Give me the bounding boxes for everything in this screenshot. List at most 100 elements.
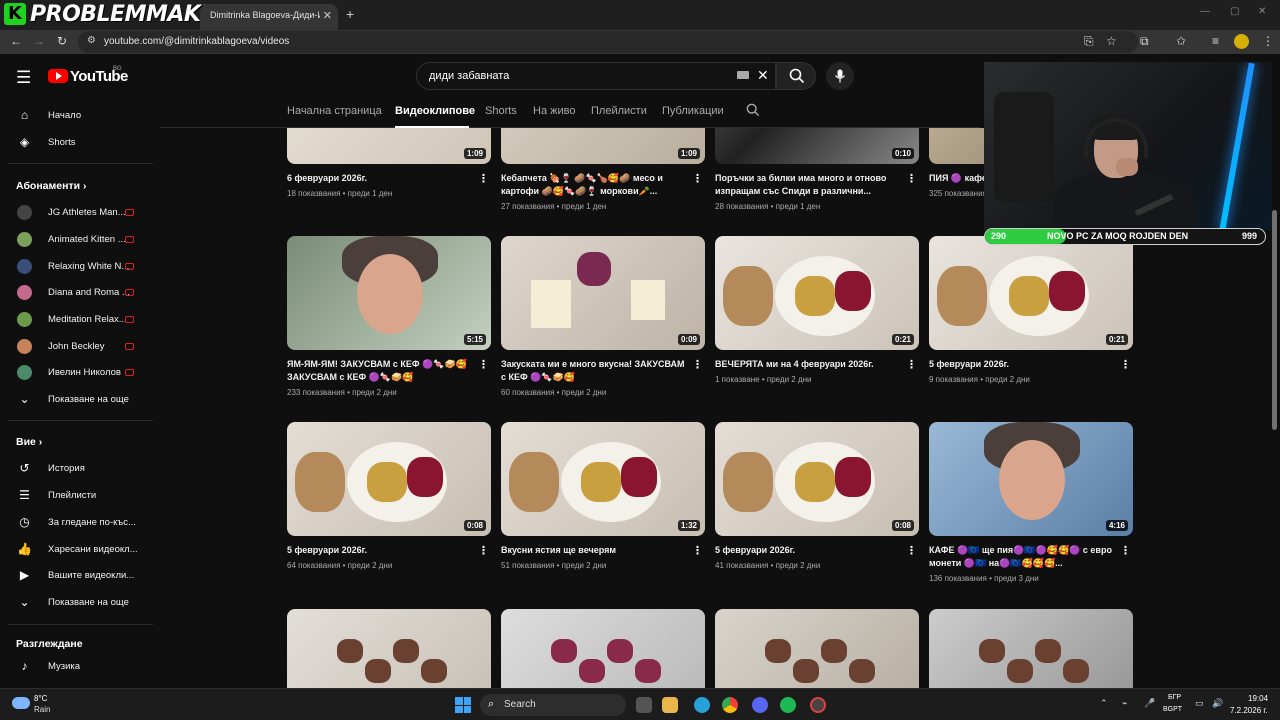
tray-chevron-icon[interactable]: ⌃ (1100, 698, 1108, 709)
video-menu-icon[interactable]: ⋮ (692, 544, 703, 557)
video-menu-icon[interactable]: ⋮ (906, 358, 917, 371)
sidebar-item-liked[interactable]: 👍 Харесани видеокл... (0, 537, 150, 563)
video-menu-icon[interactable]: ⋮ (692, 358, 703, 371)
video-menu-icon[interactable]: ⋮ (906, 172, 917, 185)
sidebar-item-history[interactable]: ↺ История (0, 456, 150, 482)
sidebar-item-playlists[interactable]: ☰ Плейлисти (0, 483, 150, 509)
video-title[interactable]: ВЕЧЕРЯТА ми на 4 февруари 2026г. (715, 358, 900, 371)
mic-tray-icon[interactable]: 🎤 (1144, 698, 1155, 709)
video-title[interactable]: 5 февруари 2026г. (715, 544, 900, 557)
clock-time[interactable]: 19:04 (1248, 694, 1268, 703)
search-input[interactable]: диди забавната ✕ (416, 62, 776, 90)
close-window-icon[interactable]: ✕ (1258, 6, 1266, 17)
address-bar[interactable]: ⚙ youtube.com/@dimitrinkablagoeva/videos (78, 31, 1138, 53)
maximize-icon[interactable]: ▢ (1230, 6, 1239, 17)
tab-videos[interactable]: Видеоклипове (395, 105, 475, 117)
profile-avatar[interactable] (1234, 34, 1249, 49)
reload-icon[interactable]: ↻ (57, 34, 67, 48)
video-thumbnail[interactable] (929, 609, 1133, 688)
sidebar-item-music[interactable]: ♪ Музика (0, 654, 150, 680)
windows-start-icon[interactable] (455, 697, 471, 713)
new-tab-icon[interactable]: + (346, 6, 354, 22)
clock-date[interactable]: 7.2.2026 г. (1230, 706, 1268, 715)
language-indicator[interactable]: БГР (1168, 694, 1181, 701)
tab-playlists[interactable]: Плейлисти (591, 105, 647, 117)
video-thumbnail[interactable] (501, 609, 705, 688)
favorites-icon[interactable]: ✩ (1176, 34, 1186, 48)
search-button[interactable] (776, 62, 816, 90)
video-thumbnail[interactable]: 0:08 (715, 422, 919, 536)
display-icon[interactable]: ▭ (1195, 698, 1204, 709)
show-more-subscriptions[interactable]: ⌄ Показване на още (0, 387, 150, 413)
edge-icon[interactable] (694, 697, 710, 713)
voice-search-button[interactable] (826, 62, 854, 90)
video-title[interactable]: 5 февруари 2026г. (287, 544, 472, 557)
sidebar-item-shorts[interactable]: ◈ Shorts (0, 130, 150, 156)
close-tab-icon[interactable]: ✕ (323, 9, 332, 22)
tab-live[interactable]: На живо (533, 105, 575, 117)
show-more-you[interactable]: ⌄ Показване на още (0, 590, 150, 616)
sidebar-item-home[interactable]: ⌂ Начало (0, 103, 150, 129)
video-title[interactable]: 5 февруари 2026г. (929, 358, 1114, 371)
more-menu-icon[interactable]: ⋮ (1262, 34, 1274, 48)
video-menu-icon[interactable]: ⋮ (478, 172, 489, 185)
video-thumbnail[interactable] (715, 609, 919, 688)
youtube-logo-icon[interactable] (48, 69, 68, 83)
taskbar-search[interactable]: ⌕ Search (480, 694, 626, 716)
video-thumbnail[interactable]: 0:21 (929, 236, 1133, 350)
subscription-item[interactable]: JG Athletes Man... (0, 200, 150, 226)
sidebar-item-your-videos[interactable]: ▶ Вашите видеокли... (0, 563, 150, 589)
subscription-item[interactable]: Meditation Relax... (0, 307, 150, 333)
page-scrollbar[interactable] (1272, 210, 1277, 430)
video-menu-icon[interactable]: ⋮ (906, 544, 917, 557)
video-title[interactable]: Поръчки за билки има много и отново изпр… (715, 172, 900, 198)
site-info-icon[interactable]: ⚙ (87, 35, 96, 46)
subscription-item[interactable]: Animated Kitten ... (0, 227, 150, 253)
subscription-item[interactable]: Relaxing White N... (0, 254, 150, 280)
video-title[interactable]: ЯМ-ЯМ-ЯМ! ЗАКУСВАМ с КЕФ 🟣🍬🥪🥰 ЗАКУСВАМ с… (287, 358, 472, 384)
you-heading[interactable]: Вие › (16, 436, 42, 448)
video-thumbnail[interactable]: 1:32 (501, 422, 705, 536)
video-menu-icon[interactable]: ⋮ (478, 544, 489, 557)
subscription-item[interactable]: John Beckley (0, 334, 150, 360)
video-thumbnail[interactable]: 0:09 (501, 236, 705, 350)
network-icon[interactable]: ⌁ (1122, 698, 1127, 709)
tab-home[interactable]: Начална страница (287, 105, 382, 117)
keyboard-icon[interactable] (737, 71, 749, 79)
video-title[interactable]: ПИЯ 🟣 кафе... (929, 172, 984, 185)
video-title[interactable]: Вкусни ястия ще вечерям (501, 544, 686, 557)
video-title[interactable]: КАФЕ 🟣🇪🇺 ще пия🟣🇪🇺🟣🥰🥰🟣 с евро монети 🟣🇪🇺… (929, 544, 1114, 570)
tab-posts[interactable]: Публикации (662, 105, 724, 117)
chrome-icon[interactable] (722, 697, 738, 713)
video-menu-icon[interactable]: ⋮ (692, 172, 703, 185)
channel-search-icon[interactable] (746, 103, 760, 117)
video-menu-icon[interactable]: ⋮ (478, 358, 489, 371)
video-title[interactable]: Кебапчета 🍖🍷 🥔🍬🍗🥰🥔 месо и картофи 🥔🥰🍬🥔🍷 … (501, 172, 686, 198)
subscription-item[interactable]: Ивелин Николов (0, 360, 150, 386)
extensions-icon[interactable]: ⧉ (1140, 34, 1149, 49)
clear-search-icon[interactable]: ✕ (757, 67, 769, 84)
bookmark-star-icon[interactable]: ☆ (1106, 34, 1117, 48)
weather-rain-icon[interactable] (12, 697, 30, 709)
video-thumbnail[interactable]: 5:15 (287, 236, 491, 350)
video-thumbnail[interactable] (287, 609, 491, 688)
video-menu-icon[interactable]: ⋮ (1120, 358, 1131, 371)
minimize-icon[interactable]: — (1200, 6, 1210, 17)
obs-icon[interactable] (810, 697, 826, 713)
discord-icon[interactable] (752, 697, 768, 713)
video-thumbnail[interactable]: 0:08 (287, 422, 491, 536)
video-thumbnail[interactable]: 0:21 (715, 236, 919, 350)
reading-list-icon[interactable]: ≡ (1212, 34, 1219, 48)
spotify-icon[interactable] (780, 697, 796, 713)
sidebar-item-watch-later[interactable]: ◷ За гледане по-къс... (0, 510, 150, 536)
tab-shorts[interactable]: Shorts (485, 105, 517, 117)
volume-icon[interactable]: 🔊 (1212, 698, 1223, 709)
file-explorer-icon[interactable] (662, 697, 678, 713)
browser-tab[interactable]: Dimitrinka Blagoeva-Диди-Ист ✕ (200, 4, 338, 30)
forward-icon[interactable]: → (33, 34, 45, 48)
video-title[interactable]: Закуската ми е много вкусна! ЗАКУСВАМ с … (501, 358, 686, 384)
video-menu-icon[interactable]: ⋮ (1120, 544, 1131, 557)
video-thumbnail[interactable]: 4:16 (929, 422, 1133, 536)
keyboard-layout[interactable]: BGPT (1163, 706, 1182, 713)
install-icon[interactable]: ⎘ (1084, 34, 1094, 49)
